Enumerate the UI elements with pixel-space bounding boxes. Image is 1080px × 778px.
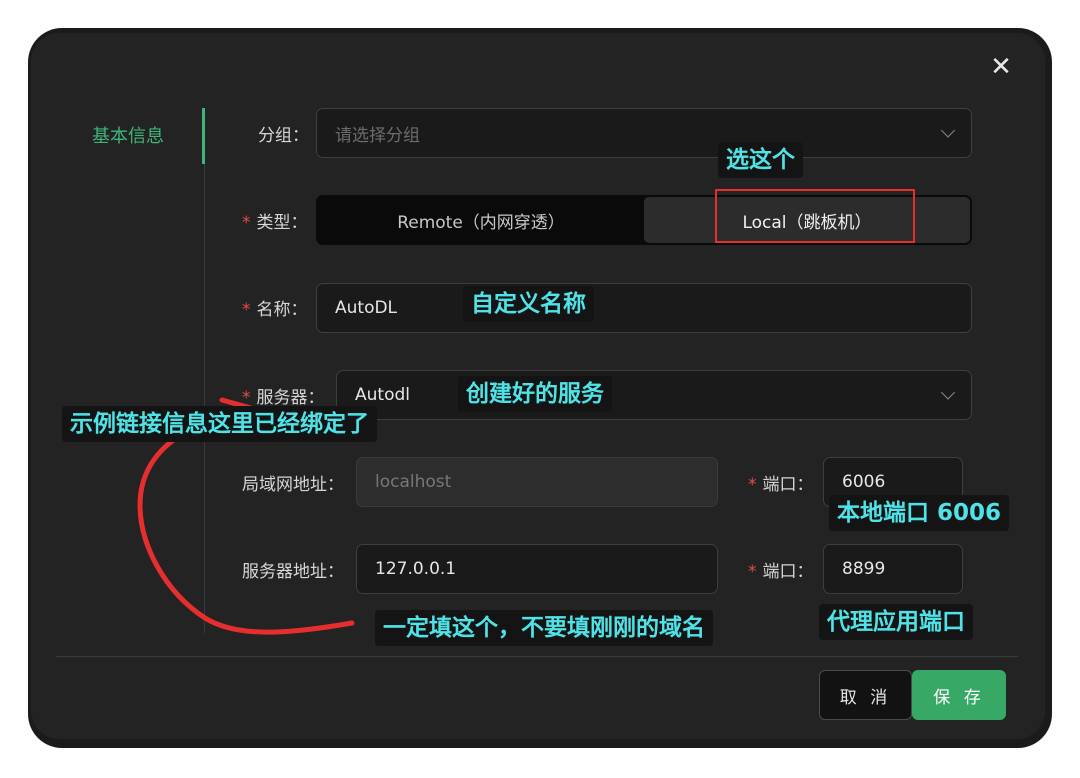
type-option-remote[interactable]: Remote（内网穿透） (318, 197, 644, 243)
server-select[interactable]: Autodl (336, 370, 972, 420)
type-label: * 类型： (242, 213, 308, 233)
server-label: * 服务器： (242, 388, 325, 408)
annotation-custom-name: 自定义名称 (463, 286, 594, 322)
chevron-down-icon (940, 385, 956, 400)
chevron-down-icon (940, 123, 956, 138)
group-select-placeholder: 请选择分组 (335, 125, 420, 146)
save-button[interactable]: 保 存 (912, 670, 1006, 720)
side-divider (204, 108, 205, 633)
server-select-value: Autodl (355, 385, 410, 405)
group-label: 分组： (258, 126, 309, 146)
lan-port-label: * 端口： (748, 475, 814, 495)
group-select[interactable]: 请选择分组 (316, 108, 972, 158)
server-port-input[interactable]: 8899 (823, 544, 963, 594)
annotation-proxy-port: 代理应用端口 (819, 604, 973, 640)
server-address-input[interactable]: 127.0.0.1 (356, 544, 718, 594)
lan-address-placeholder: localhost (375, 472, 452, 492)
annotation-local-port: 本地端口 6006 (829, 495, 1010, 531)
annotation-highlight-box (715, 189, 915, 243)
lan-port-value: 6006 (842, 472, 886, 492)
annotation-example-note: 示例链接信息这里已经绑定了 (62, 406, 377, 442)
tab-basic-info[interactable]: 基本信息 (92, 122, 164, 148)
server-address-value: 127.0.0.1 (375, 559, 457, 579)
server-port-value: 8899 (842, 559, 886, 579)
side-tab-indicator (202, 108, 205, 164)
server-address-label: 服务器地址： (242, 562, 344, 582)
server-port-label: * 端口： (748, 562, 814, 582)
name-input-value: AutoDL (335, 298, 398, 318)
name-input[interactable]: AutoDL (316, 283, 972, 333)
lan-address-input[interactable]: localhost (356, 457, 718, 507)
annotation-created-service: 创建好的服务 (458, 376, 612, 412)
annotation-must-fill: 一定填这个，不要填刚刚的域名 (375, 610, 713, 646)
footer-divider (56, 656, 1018, 657)
lan-address-label: 局域网地址： (242, 475, 344, 495)
close-icon[interactable]: ✕ (988, 54, 1014, 80)
cancel-button[interactable]: 取 消 (819, 670, 912, 720)
annotation-pick-this: 选这个 (718, 142, 803, 178)
name-label: * 名称： (242, 300, 308, 320)
